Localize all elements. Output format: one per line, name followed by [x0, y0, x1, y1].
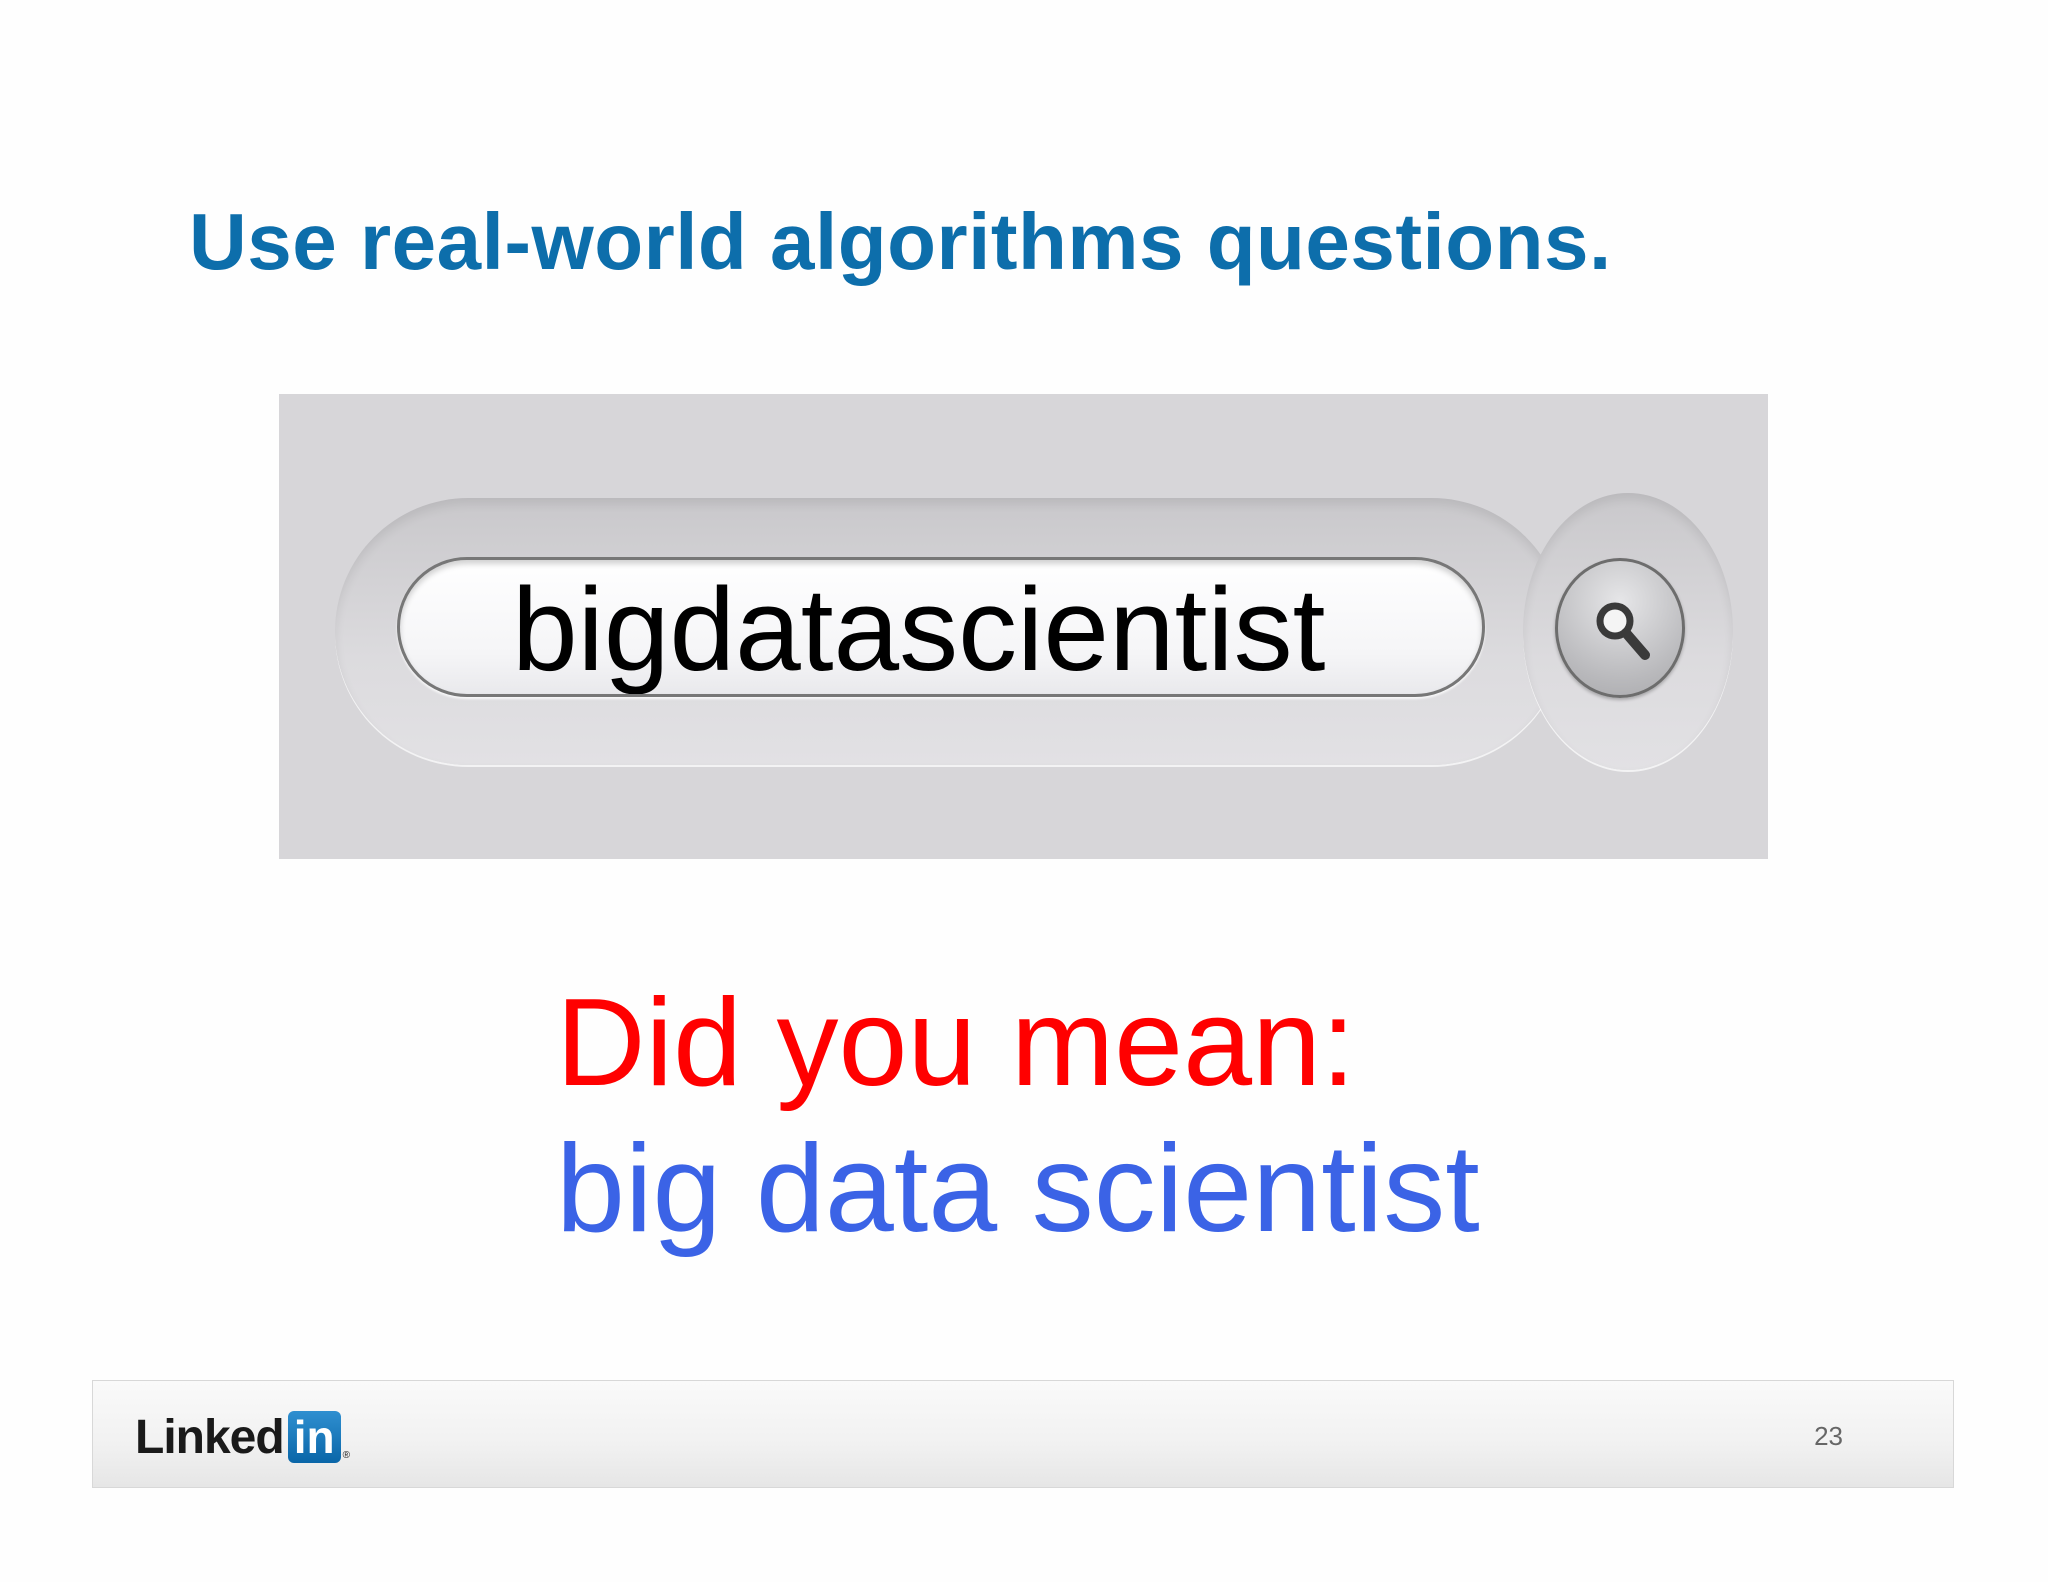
did-you-mean-label: Did you mean:: [556, 974, 1356, 1112]
slide-title: Use real-world algorithms questions.: [189, 197, 1612, 286]
page-number: 23: [1814, 1421, 1843, 1451]
slide: Use real-world algorithms questions. big…: [0, 0, 2048, 1582]
magnifier-icon: [1596, 602, 1650, 660]
linkedin-logo: Linked in ®: [135, 1409, 350, 1465]
search-button[interactable]: [1555, 558, 1685, 698]
registered-mark: ®: [342, 1450, 350, 1461]
suggested-query-link[interactable]: big data scientist: [556, 1118, 1480, 1260]
logo-in-badge: in: [287, 1411, 341, 1463]
search-input[interactable]: bigdatascientist: [397, 557, 1485, 697]
logo-wordmark: Linked: [135, 1410, 285, 1464]
footer-bar: Linked in ® 23: [92, 1380, 1954, 1488]
search-bar-screenshot: bigdatascientist: [279, 394, 1768, 859]
